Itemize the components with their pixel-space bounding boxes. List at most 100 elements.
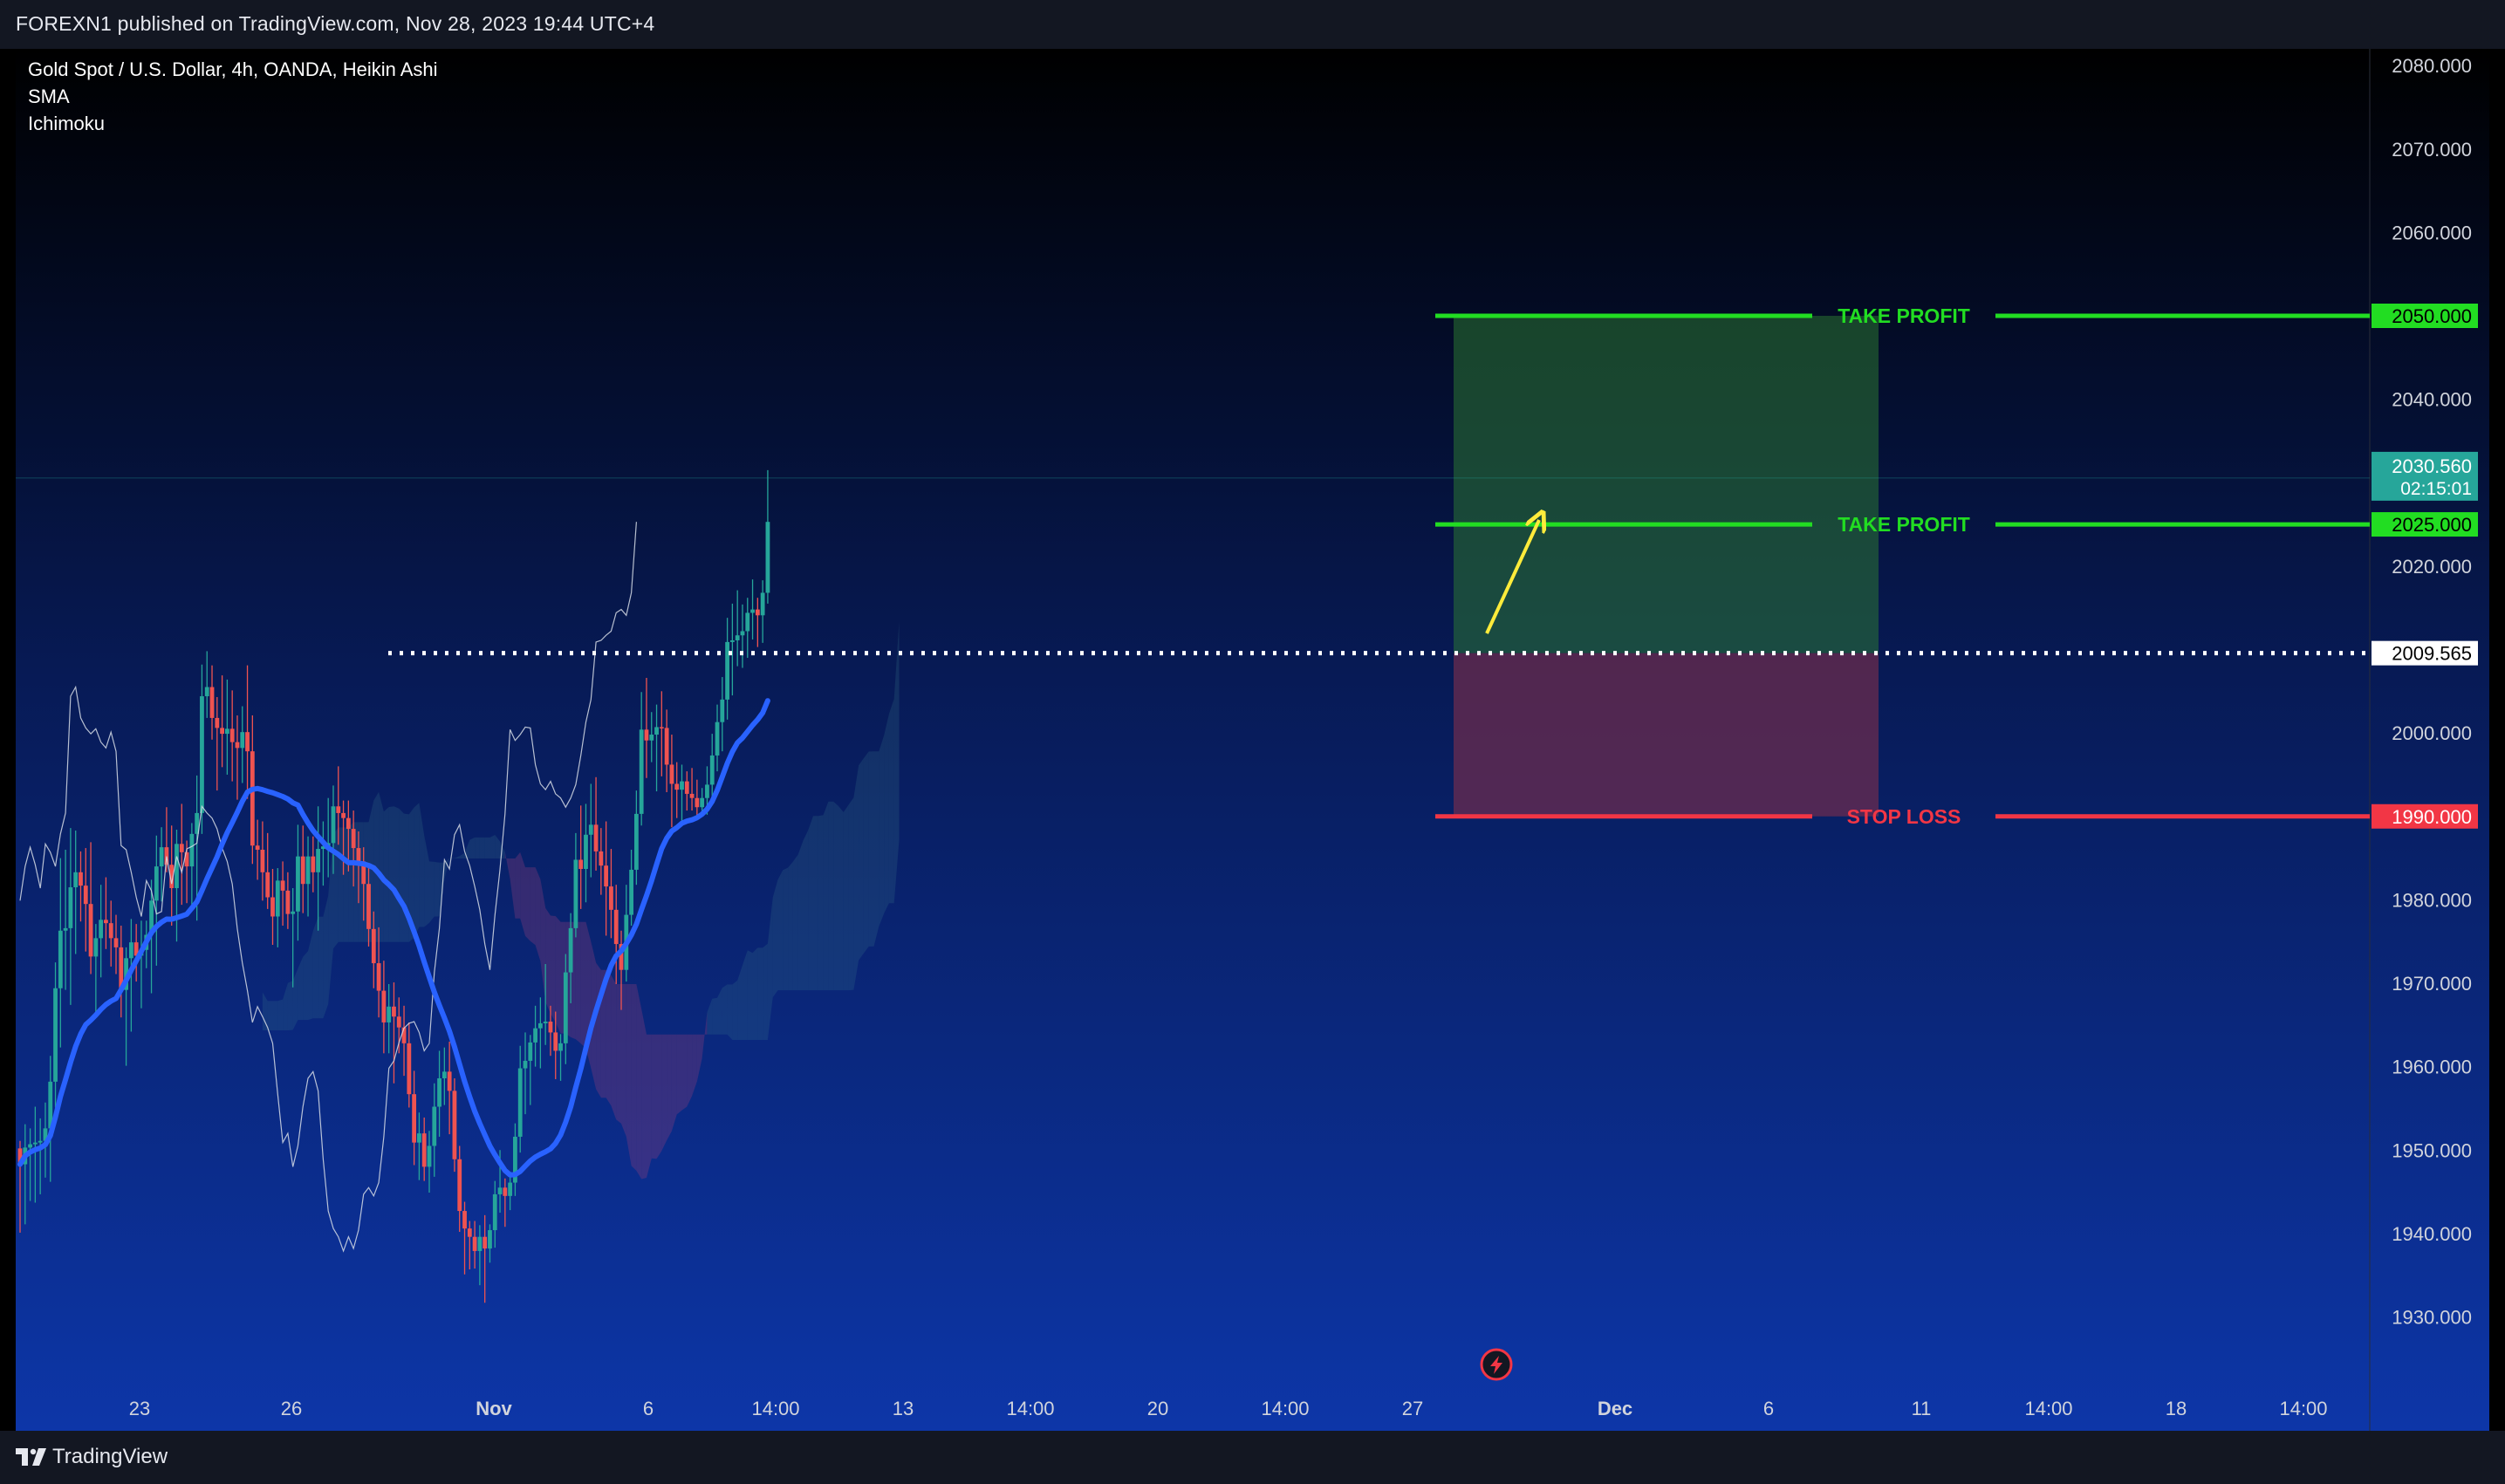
tradingview-logo-icon [16, 1448, 46, 1466]
cloud-segment [343, 827, 349, 942]
candle-body [441, 1071, 447, 1079]
candle-body [229, 728, 235, 742]
candle-body [215, 717, 220, 728]
candle-body [750, 609, 755, 613]
cloud-segment [303, 951, 308, 1021]
cloud-segment [414, 803, 420, 938]
candle-body [154, 866, 159, 901]
candle-body [204, 687, 209, 697]
cloud-segment [318, 916, 324, 1019]
entry-price-tag: 2009.565 [2392, 643, 2472, 665]
cloud-segment [379, 791, 384, 942]
time-axis-tick: 26 [281, 1398, 302, 1419]
candle-body [58, 930, 63, 988]
candle-body [371, 928, 376, 964]
footer: TradingView [0, 1431, 2505, 1484]
cloud-segment [788, 861, 793, 991]
take-profit-price-tag: 2025.000 [2392, 514, 2472, 536]
candle-body [584, 834, 588, 869]
candle-body [593, 824, 599, 851]
cloud-segment [312, 916, 318, 1019]
cloud-segment [803, 830, 809, 991]
cloud-segment [287, 981, 293, 1030]
candle-body [280, 880, 285, 891]
cloud-segment [879, 735, 885, 927]
cloud-segment [808, 816, 813, 991]
cloud-segment [843, 804, 849, 991]
cloud-segment [838, 806, 844, 991]
take-profit-price-tag: 2050.000 [2392, 305, 2472, 327]
candle-body [674, 783, 680, 790]
cloud-segment [884, 714, 889, 914]
chart-area[interactable]: TAKE PROFIT TAKE PROFIT STOP LOSS 2080.000… [16, 49, 2489, 1431]
cloud-segment [621, 984, 626, 1137]
candle-body [270, 897, 275, 917]
candle-body [240, 732, 245, 749]
time-axis-tick: 20 [1147, 1398, 1168, 1419]
candle-body [654, 727, 659, 735]
candle-body [604, 865, 609, 887]
candle-body [417, 1133, 421, 1143]
candle-body [588, 824, 593, 835]
cloud-segment [616, 984, 621, 1124]
candle-body [346, 817, 351, 830]
cloud-segment [732, 980, 738, 1040]
candle-body [684, 781, 689, 794]
candle-body [517, 1068, 523, 1137]
legend-sma[interactable]: SMA [28, 83, 438, 110]
price-chart[interactable]: TAKE PROFIT TAKE PROFIT STOP LOSS 2080.000… [16, 49, 2489, 1431]
candle-body [669, 764, 674, 784]
candle-body [224, 728, 229, 735]
candle-body [528, 1042, 533, 1061]
candle-body [644, 729, 649, 741]
time-axis-tick: Dec [1598, 1398, 1632, 1419]
candle-body [553, 1032, 558, 1051]
cloud-segment [752, 947, 758, 1040]
time-axis-tick: 14:00 [751, 1398, 799, 1419]
cloud-segment [555, 916, 561, 1034]
cloud-segment [575, 921, 581, 1044]
cloud-segment [525, 867, 530, 941]
legend-ichimoku[interactable]: Ichimoku [28, 110, 438, 137]
candle-body [63, 927, 68, 931]
candle-body [209, 687, 215, 718]
candle-body [255, 845, 260, 850]
cloud-segment [722, 984, 728, 1035]
cloud-segment [429, 861, 435, 923]
candle-body [492, 1193, 497, 1231]
candle-body [462, 1211, 467, 1229]
candle-body [265, 872, 270, 898]
cloud-segment [611, 975, 617, 1120]
cloud-segment [606, 969, 612, 1106]
time-axis-tick: 27 [1402, 1398, 1423, 1419]
candle-body [695, 797, 700, 808]
candle-body [457, 1159, 462, 1212]
legend-symbol[interactable]: Gold Spot / U.S. Dollar, 4h, OANDA, Heik… [28, 56, 438, 83]
price-axis-tick: 2000.000 [2392, 722, 2472, 744]
cloud-segment [596, 962, 601, 1098]
cloud-segment [641, 1009, 647, 1180]
candle-body [291, 911, 296, 914]
candle-body [108, 923, 113, 939]
cloud-segment [475, 837, 480, 858]
candle-body [245, 732, 250, 752]
candle-body [401, 1027, 407, 1043]
candle-body [32, 1142, 38, 1145]
candle-body [680, 781, 684, 790]
candle-body [260, 850, 265, 872]
cloud-segment [469, 837, 476, 858]
candle-body [760, 592, 765, 616]
candle-body [421, 1133, 427, 1167]
time-axis-tick: 14:00 [1006, 1398, 1054, 1419]
candle-body [613, 909, 619, 945]
price-axis-tick: 2070.000 [2392, 139, 2472, 161]
candle-body [83, 886, 88, 905]
cloud-segment [338, 827, 344, 942]
time-axis-tick: 14:00 [1261, 1398, 1309, 1419]
candle-body [104, 920, 108, 924]
cloud-segment [647, 1034, 652, 1178]
candle-body [128, 942, 133, 959]
cloud-segment [777, 870, 784, 991]
candle-body [533, 1028, 537, 1043]
time-axis-tick: 11 [1912, 1398, 1932, 1419]
